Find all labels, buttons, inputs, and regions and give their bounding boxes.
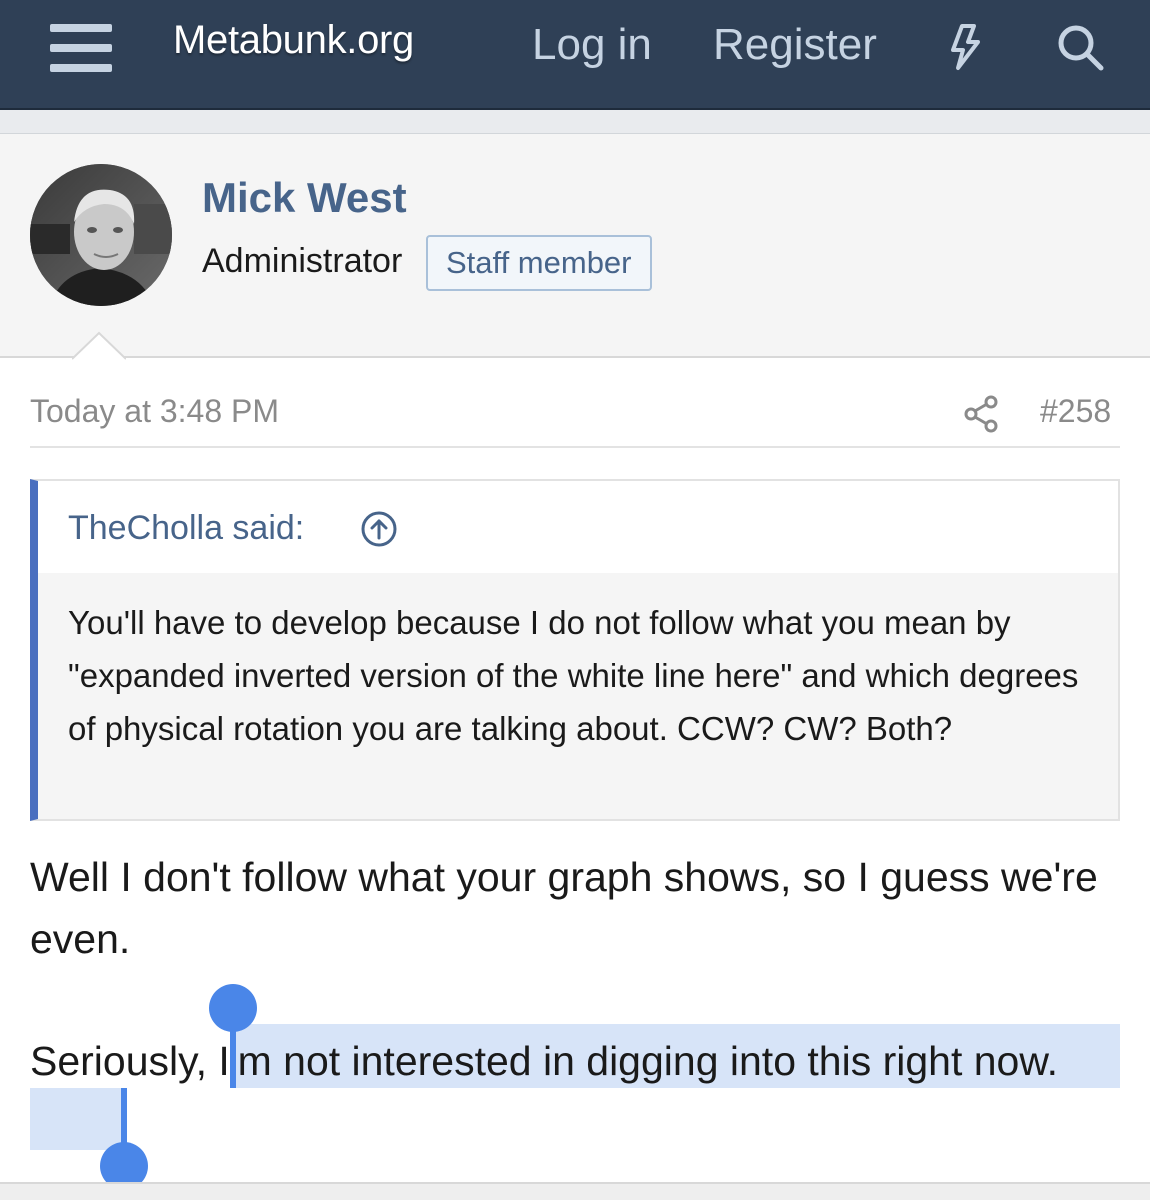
quote-text: You'll have to develop because I do not … bbox=[68, 604, 1079, 747]
quote-author-link[interactable]: TheCholla said: bbox=[68, 509, 304, 548]
nav-shadow-strip bbox=[0, 110, 1150, 134]
post-timestamp[interactable]: Today at 3:48 PM bbox=[30, 393, 279, 430]
selection-end-handle-bar bbox=[121, 1088, 127, 1150]
post-message-body: Well I don't follow what your graph show… bbox=[30, 846, 1125, 1084]
post-paragraph: Well I don't follow what your graph show… bbox=[30, 854, 1098, 962]
quote-header: TheCholla said: bbox=[38, 481, 1118, 573]
post-footer-divider bbox=[0, 1182, 1150, 1200]
bolt-icon[interactable] bbox=[940, 22, 990, 72]
search-icon[interactable] bbox=[1055, 22, 1105, 72]
site-logo[interactable]: Metabunk.org bbox=[173, 18, 414, 63]
staff-badge: Staff member bbox=[426, 235, 652, 291]
post-number-link[interactable]: #258 bbox=[1040, 393, 1111, 430]
post-user-header: Mick West Administrator Staff member bbox=[0, 134, 1150, 358]
user-name-link[interactable]: Mick West bbox=[202, 174, 407, 222]
divider bbox=[30, 446, 1120, 448]
selected-text[interactable]: I'm not interested in digging into this … bbox=[218, 1038, 1058, 1084]
top-nav-bar: Metabunk.org Log in Register bbox=[0, 0, 1150, 110]
header-pointer-arrow bbox=[72, 331, 126, 360]
menu-icon[interactable] bbox=[50, 24, 112, 72]
selection-start-handle[interactable] bbox=[209, 984, 257, 1032]
login-link[interactable]: Log in bbox=[532, 20, 652, 70]
avatar[interactable] bbox=[30, 164, 172, 306]
text-selection-highlight bbox=[30, 1088, 124, 1150]
share-icon[interactable] bbox=[962, 394, 1002, 434]
user-title: Administrator bbox=[202, 242, 403, 280]
arrow-up-circle-icon[interactable] bbox=[360, 510, 398, 548]
post-paragraph: Seriously, I'm not interested in digging… bbox=[30, 1030, 1125, 1092]
post-text-lead: Seriously, bbox=[30, 1038, 219, 1084]
register-link[interactable]: Register bbox=[713, 20, 877, 70]
quote-block: TheCholla said: You'll have to develop b… bbox=[30, 479, 1120, 821]
